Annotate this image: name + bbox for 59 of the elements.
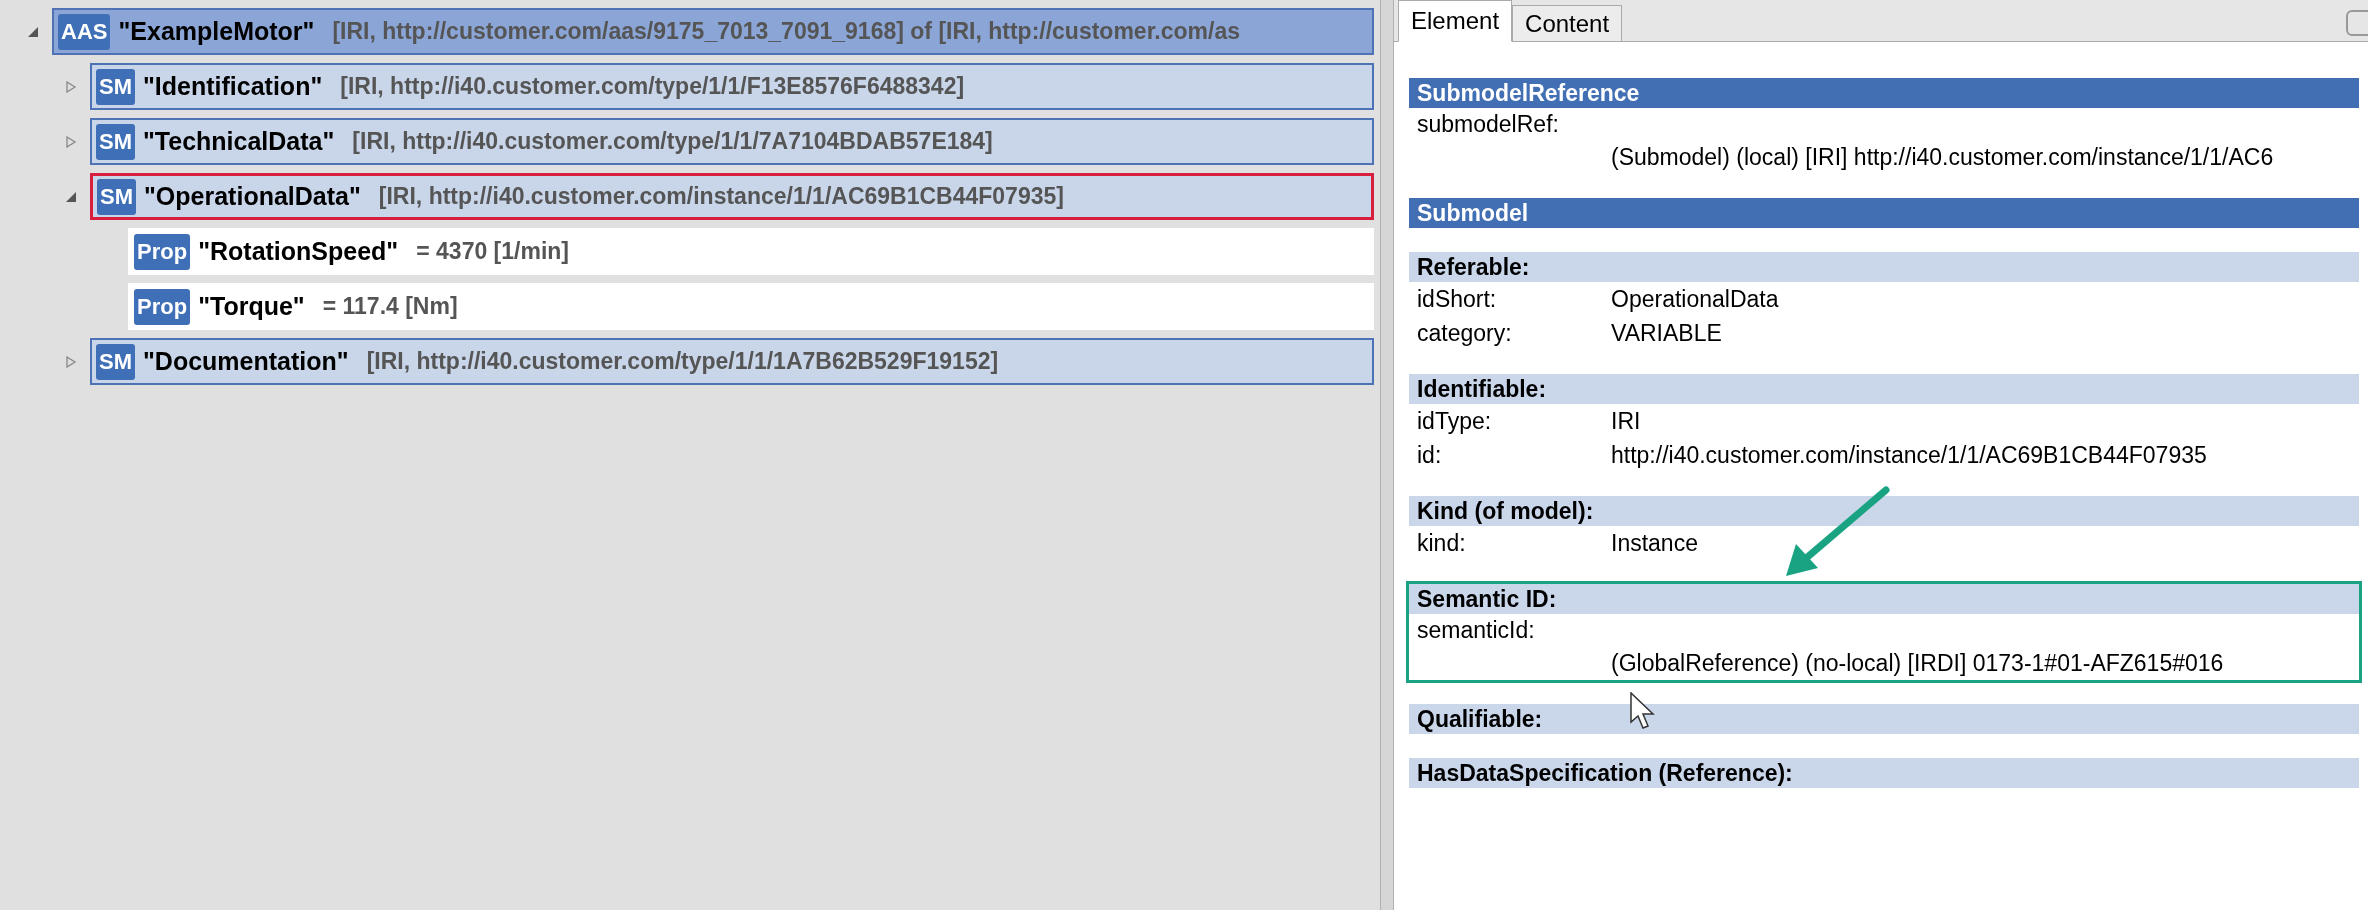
node-info: = 117.4 [Nm] <box>322 292 458 322</box>
type-badge: AAS <box>58 13 111 50</box>
node-name: "Identification" <box>143 70 323 102</box>
field-label: category: <box>1417 319 1513 348</box>
section-header: Submodel <box>1409 198 2359 228</box>
mouse-cursor-icon <box>1630 692 1656 730</box>
field-label: submodelRef: <box>1417 110 1559 139</box>
node-name: "Torque" <box>198 290 305 322</box>
section-header: Identifiable: <box>1409 374 2359 404</box>
collapsed-triangle-icon[interactable] <box>65 80 77 93</box>
node-name: "Documentation" <box>143 345 349 377</box>
field-value: http://i40.customer.com/instance/1/1/AC69B1CB44F07935 <box>1611 441 2207 470</box>
node-info: [IRI, http://i40.customer.com/type/1/1/F13E8576F6488342] <box>340 72 965 102</box>
node-name: "OperationalData" <box>144 180 361 212</box>
node-info: [IRI, http://i40.customer.com/instance/1/1/AC69B1CB44F07935] <box>378 182 1064 212</box>
tab[interactable]: Element <box>1398 0 1513 42</box>
section-header: HasDataSpecification (Reference): <box>1409 758 2359 788</box>
section-header: Qualifiable: <box>1409 704 2359 734</box>
type-badge: SM <box>96 123 135 160</box>
type-badge: SM <box>97 178 136 215</box>
node-name: "ExampleMotor" <box>118 15 315 47</box>
tree-node[interactable]: SM "Documentation" [IRI, http://i40.customer.com/type/1/1/1A7B62B529F19152] <box>90 338 1374 385</box>
section-header: Kind (of model): <box>1409 496 2359 526</box>
node-info: [IRI, http://customer.com/aas/9175_7013_7091_9168] of [IRI, http://customer.com/as <box>332 17 1240 47</box>
section-header: Semantic ID: <box>1409 584 2359 614</box>
field-label: id: <box>1417 441 1443 470</box>
tree-node[interactable]: Prop "Torque" = 117.4 [Nm] <box>128 283 1374 330</box>
tree-node[interactable]: SM "TechnicalData" [IRI, http://i40.customer.com/type/1/1/7A7104BDAB57E184] <box>90 118 1374 165</box>
collapsed-triangle-icon[interactable] <box>65 355 77 368</box>
node-info: = 4370 [1/min] <box>416 237 569 267</box>
field-label: semanticId: <box>1417 616 1535 645</box>
section-header: SubmodelReference <box>1409 78 2359 108</box>
field-value: IRI <box>1611 407 1641 436</box>
node-name: "TechnicalData" <box>143 125 335 157</box>
field-value: (GlobalReference) (no-local) [IRDI] 0173-1#01-AFZ615#016 <box>1610 649 2224 678</box>
node-name: "RotationSpeed" <box>198 235 399 267</box>
tree-node[interactable]: Prop "RotationSpeed" = 4370 [1/min] <box>128 228 1374 275</box>
section-header: Referable: <box>1409 252 2359 282</box>
tree-node[interactable]: SM "Identification" [IRI, http://i40.customer.com/type/1/1/F13E8576F6488342] <box>90 63 1374 110</box>
tab[interactable]: Content <box>1512 5 1623 41</box>
type-badge: SM <box>96 343 135 380</box>
expanded-triangle-icon[interactable] <box>65 190 77 203</box>
field-value: Instance <box>1611 529 1698 558</box>
node-info: [IRI, http://i40.customer.com/type/1/1/7A7104BDAB57E184] <box>352 127 993 157</box>
field-label: idType: <box>1417 407 1493 436</box>
splitter[interactable] <box>1380 0 1394 910</box>
type-badge: Prop <box>134 233 191 270</box>
tree-node[interactable]: SM "OperationalData" [IRI, http://i40.customer.com/instance/1/1/AC69B1CB44F07935] <box>90 173 1374 220</box>
type-badge: SM <box>96 68 135 105</box>
field-value: OperationalData <box>1611 285 1779 314</box>
field-label: kind: <box>1417 529 1467 558</box>
node-info: [IRI, http://i40.customer.com/type/1/1/1A7B62B529F19152] <box>366 347 999 377</box>
collapsed-triangle-icon[interactable] <box>65 135 77 148</box>
type-badge: Prop <box>134 288 191 325</box>
expanded-triangle-icon[interactable] <box>27 25 39 38</box>
tree-node[interactable]: AAS "ExampleMotor" [IRI, http://customer.com/aas/9175_7013_7091_9168] of [IRI, http://customer.com/as <box>52 8 1374 55</box>
field-label: idShort: <box>1417 285 1498 314</box>
field-value: VARIABLE <box>1611 319 1722 348</box>
field-value: (Submodel) (local) [IRI] http://i40.customer.com/instance/1/1/AC6 <box>1610 143 2274 172</box>
